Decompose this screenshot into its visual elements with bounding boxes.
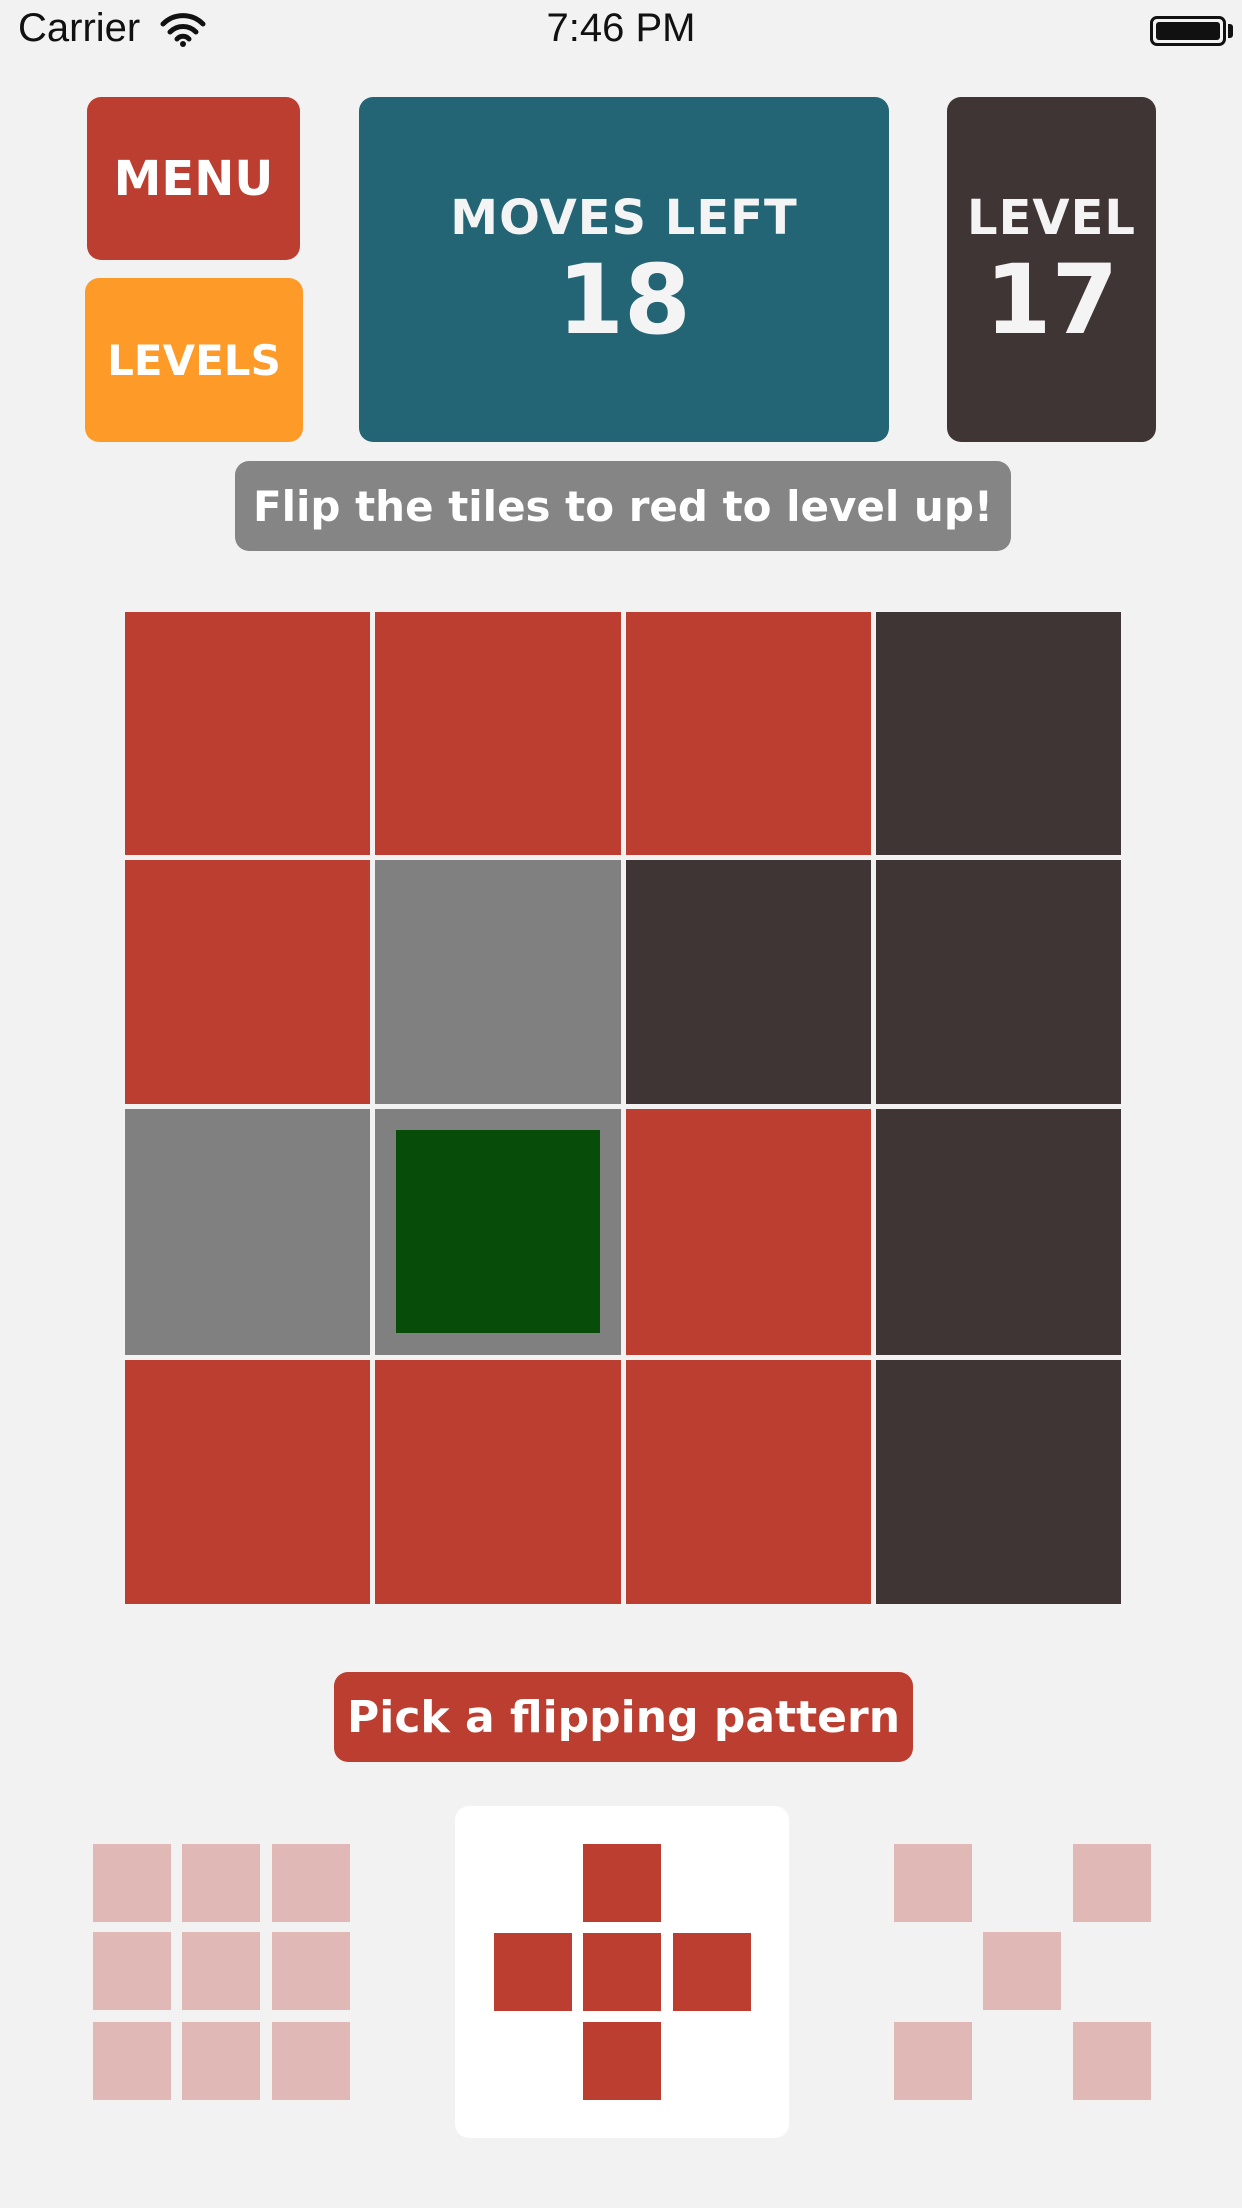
tile-r2-c1[interactable] <box>125 860 370 1104</box>
tile-r1-c1[interactable] <box>125 612 370 855</box>
pattern-cell <box>93 1932 171 2010</box>
pattern-prompt: Pick a flipping pattern <box>334 1672 913 1762</box>
hint-text: Flip the tiles to red to level up! <box>252 481 994 531</box>
battery-icon <box>1150 16 1226 46</box>
pattern-cell <box>583 1933 661 2011</box>
pattern-cell <box>1073 2022 1151 2100</box>
level-value: 17 <box>984 243 1119 356</box>
pattern-cell <box>673 1933 751 2011</box>
tile-r3-c1[interactable] <box>125 1109 370 1355</box>
pattern-cell <box>894 2022 972 2100</box>
pattern-option-plus[interactable] <box>455 1806 789 2138</box>
battery-tip <box>1228 24 1233 38</box>
status-time: 7:46 PM <box>546 6 696 50</box>
pattern-cell <box>494 1933 572 2011</box>
pattern-cell <box>894 1844 972 1922</box>
tile-r2-c2[interactable] <box>375 860 621 1104</box>
moves-left-panel: MOVES LEFT 18 <box>359 97 889 442</box>
hint-banner: Flip the tiles to red to level up! <box>235 461 1011 551</box>
tile-r3-c3[interactable] <box>626 1109 871 1355</box>
pattern-cell <box>182 1932 260 2010</box>
pattern-cell <box>1073 1844 1151 1922</box>
tile-r4-c3[interactable] <box>626 1360 871 1604</box>
level-label: LEVEL <box>967 189 1136 246</box>
menu-button[interactable]: MENU <box>87 97 300 260</box>
tile-r2-c3[interactable] <box>626 860 871 1104</box>
pattern-option-full[interactable] <box>93 1844 351 2100</box>
pattern-cell <box>272 1932 350 2010</box>
menu-button-label: MENU <box>113 150 274 207</box>
pattern-prompt-text: Pick a flipping pattern <box>346 1691 901 1743</box>
levels-button[interactable]: LEVELS <box>85 278 303 442</box>
pattern-cell <box>93 1844 171 1922</box>
selected-tile-marker <box>396 1130 600 1333</box>
pattern-cell <box>272 1844 350 1922</box>
tile-r2-c4[interactable] <box>876 860 1121 1104</box>
pattern-cell <box>983 1932 1061 2010</box>
pattern-cell <box>93 2022 171 2100</box>
tile-r4-c2[interactable] <box>375 1360 621 1604</box>
tile-r3-c4[interactable] <box>876 1109 1121 1355</box>
levels-button-label: LEVELS <box>107 335 281 385</box>
tile-r4-c1[interactable] <box>125 1360 370 1604</box>
tile-r1-c4[interactable] <box>876 612 1121 855</box>
pattern-option-x[interactable] <box>894 1844 1152 2100</box>
tile-r4-c4[interactable] <box>876 1360 1121 1604</box>
moves-left-value: 18 <box>557 243 691 356</box>
tile-r1-c2[interactable] <box>375 612 621 855</box>
pattern-cell <box>272 2022 350 2100</box>
pattern-cell <box>182 2022 260 2100</box>
tile-r1-c3[interactable] <box>626 612 871 855</box>
tile-r3-c2[interactable] <box>375 1109 621 1355</box>
pattern-cell <box>182 1844 260 1922</box>
pattern-cell <box>583 2022 661 2100</box>
moves-left-label: MOVES LEFT <box>450 189 798 246</box>
pattern-cell <box>583 1844 661 1922</box>
level-panel: LEVEL 17 <box>947 97 1156 442</box>
game-board <box>125 612 1121 1604</box>
